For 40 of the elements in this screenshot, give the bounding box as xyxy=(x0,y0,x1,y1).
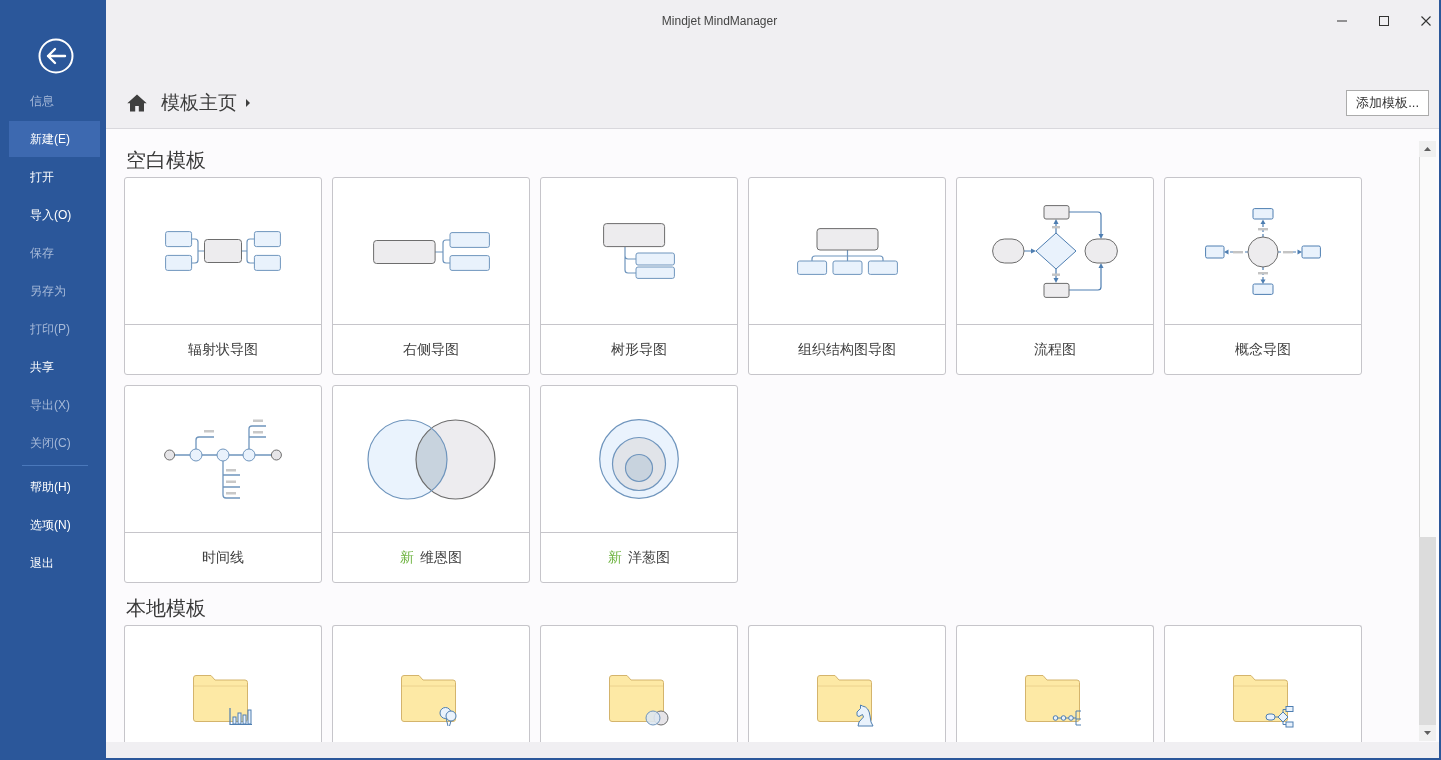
scrollbar-thumb[interactable] xyxy=(1419,157,1436,537)
menu-item[interactable]: 新建(E) xyxy=(9,121,100,157)
menu-item[interactable]: 导入(O) xyxy=(9,197,100,233)
minimize-icon xyxy=(1337,20,1347,22)
close-icon xyxy=(1421,16,1431,26)
breadcrumb-item[interactable]: 模板主页 xyxy=(161,91,237,115)
template-card[interactable] xyxy=(332,625,530,742)
template-card[interactable] xyxy=(1164,625,1362,742)
folder-bar-chart-icon xyxy=(193,675,255,728)
menu-item[interactable]: 共享 xyxy=(9,349,100,385)
template-card[interactable]: 流程图 xyxy=(956,177,1154,375)
home-icon[interactable] xyxy=(127,94,147,112)
menu-item[interactable]: 打开 xyxy=(9,159,100,195)
menu-item[interactable]: 退出 xyxy=(9,545,100,581)
menu-item[interactable]: 选项(N) xyxy=(9,507,100,543)
maximize-icon xyxy=(1379,16,1389,26)
tree-map-drawing xyxy=(603,223,675,279)
template-card[interactable]: 右侧导图 xyxy=(332,177,530,375)
menu-item[interactable]: 帮助(H) xyxy=(9,469,100,505)
caret-right-icon[interactable] xyxy=(246,99,250,107)
add-template-button[interactable]: 添加模板... xyxy=(1346,90,1429,116)
template-card[interactable]: 概念导图 xyxy=(1164,177,1362,375)
template-card[interactable] xyxy=(124,625,322,742)
template-card[interactable]: 树形导图 xyxy=(540,177,738,375)
back-icon[interactable] xyxy=(38,38,74,74)
window-title: Mindjet MindManager xyxy=(661,14,778,28)
template-card[interactable] xyxy=(748,625,946,742)
template-card[interactable]: 组织结构图导图 xyxy=(748,177,946,375)
template-card[interactable] xyxy=(956,625,1154,742)
template-card[interactable] xyxy=(540,625,738,742)
folder-circles-icon xyxy=(609,675,671,728)
folder-flowchart-icon xyxy=(1233,675,1295,728)
template-card[interactable]: 新 洋葱图 xyxy=(540,385,738,583)
template-card[interactable]: 辐射状导图 xyxy=(124,177,322,375)
triangle-up-icon xyxy=(1424,147,1431,151)
section-heading: 空白模板 xyxy=(126,148,207,173)
section-heading: 本地模板 xyxy=(126,596,207,621)
template-card[interactable]: 新 维恩图 xyxy=(332,385,530,583)
triangle-down-icon xyxy=(1424,731,1431,735)
template-card[interactable]: 时间线 xyxy=(124,385,322,583)
